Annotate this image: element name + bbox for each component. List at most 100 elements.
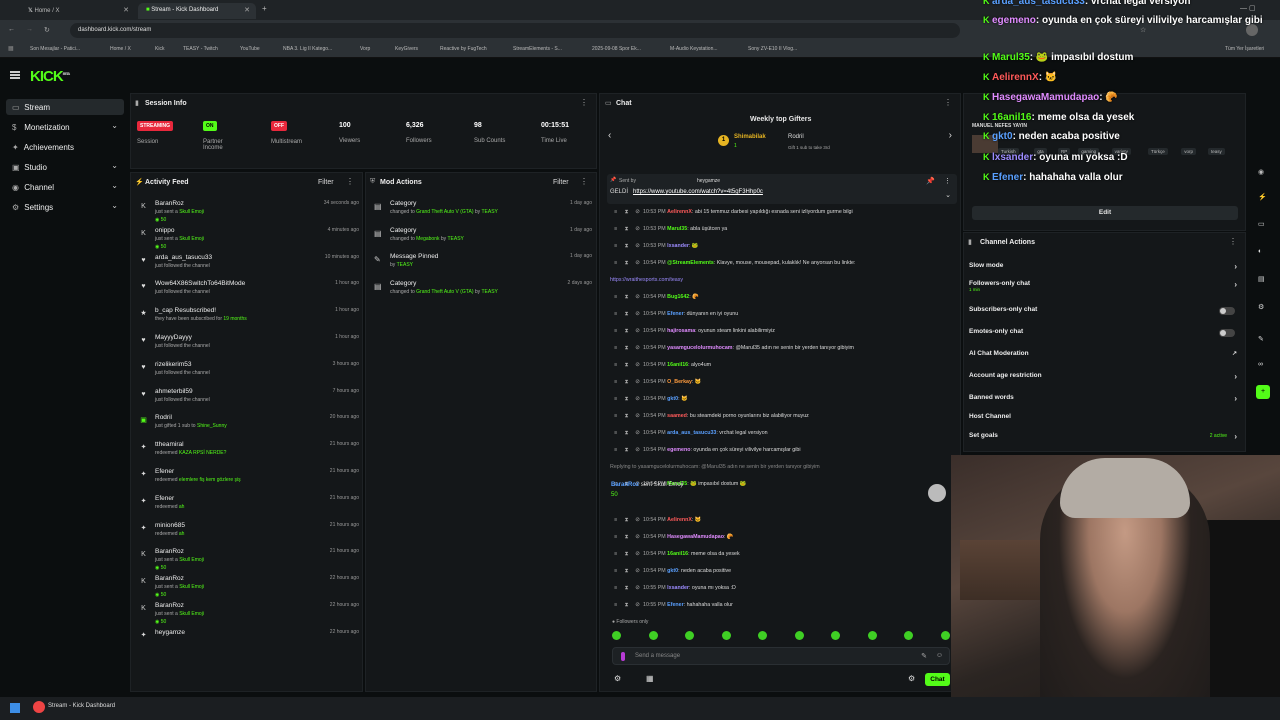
timeout-icon[interactable]: ⧗ xyxy=(621,257,632,269)
kick-logo[interactable]: KICKBETA xyxy=(30,68,70,85)
pin-action-icon[interactable]: ≡ xyxy=(610,291,621,303)
feed-user[interactable]: b_cap Resubscribed! xyxy=(155,307,216,314)
ban-icon[interactable]: ⊘ xyxy=(632,223,643,235)
chevron-down-icon[interactable]: ⌄ xyxy=(945,191,951,199)
bookmark-star-icon[interactable]: ☆ xyxy=(1140,26,1146,34)
more-options-icon[interactable]: ⋮ xyxy=(580,177,588,186)
sidebar-item-achievements[interactable]: ✦ Achievements xyxy=(6,139,124,155)
bookmark-item[interactable]: 2025-09-08 Spor Ek... xyxy=(592,46,641,52)
calendar-icon[interactable]: ▦ xyxy=(646,674,654,683)
ban-icon[interactable]: ⊘ xyxy=(632,599,643,611)
stream-tag[interactable]: teasy xyxy=(1208,148,1225,155)
feed-user[interactable]: Efener xyxy=(155,468,174,475)
apps-icon[interactable]: ▦ xyxy=(8,45,14,52)
bookmark-item[interactable]: YouTube xyxy=(240,46,260,52)
feed-user[interactable]: BaranRoz xyxy=(155,575,184,582)
new-tab-icon[interactable]: + xyxy=(262,4,267,13)
feed-user[interactable]: MayyyDayyy xyxy=(155,334,192,341)
pin-action-icon[interactable]: ≡ xyxy=(610,359,621,371)
bolt-icon[interactable]: ⚡ xyxy=(1258,193,1267,201)
ban-icon[interactable]: ⊘ xyxy=(632,410,643,422)
channel-action-row[interactable]: Account age restriction › xyxy=(969,372,1241,394)
pin-action-icon[interactable]: ≡ xyxy=(610,240,621,252)
chat-username[interactable]: hajirosama xyxy=(667,328,695,334)
back-icon[interactable]: ← xyxy=(8,26,15,33)
bookmark-item[interactable]: Son Mesajlar - Patici... xyxy=(30,46,80,52)
url-bar[interactable]: dashboard.kick.com/stream xyxy=(70,23,960,38)
sidebar-item-settings[interactable]: ⚙ Settings ⌄ xyxy=(6,199,124,215)
channel-action-row[interactable]: Subscribers-only chat xyxy=(969,306,1241,328)
reload-icon[interactable]: ↻ xyxy=(44,26,50,34)
chat-username[interactable]: Bug1642 xyxy=(667,294,689,300)
feed-user[interactable]: heygamze xyxy=(155,629,185,636)
timeout-icon[interactable]: ⧗ xyxy=(621,514,632,526)
chat-input[interactable]: Send a message ✎ ☺ xyxy=(612,647,950,665)
feed-user[interactable]: ahmeterbil59 xyxy=(155,388,193,395)
chat-username[interactable]: arda_aus_tasucu33 xyxy=(667,430,716,436)
chevron-left-icon[interactable]: ‹ xyxy=(608,130,611,141)
timeout-icon[interactable]: ⧗ xyxy=(621,206,632,218)
ban-icon[interactable]: ⊘ xyxy=(632,393,643,405)
emote-icon[interactable] xyxy=(940,631,950,640)
channel-action-row[interactable]: Followers-only chat 1 min › xyxy=(969,280,1241,302)
timeout-icon[interactable]: ⧗ xyxy=(621,565,632,577)
channel-action-row[interactable]: Set goals › 2 active xyxy=(969,432,1241,454)
feed-user[interactable]: Rodril xyxy=(155,414,172,421)
timeout-icon[interactable]: ⧗ xyxy=(621,427,632,439)
timeout-icon[interactable]: ⧗ xyxy=(621,359,632,371)
emote-icon[interactable] xyxy=(685,631,694,640)
ban-icon[interactable]: ⊘ xyxy=(632,257,643,269)
ban-icon[interactable]: ⊘ xyxy=(632,427,643,439)
pin-action-icon[interactable]: ≡ xyxy=(610,599,621,611)
sidebar-item-studio[interactable]: ▣ Studio ⌄ xyxy=(6,159,124,175)
chat-username[interactable]: egemeno xyxy=(667,447,690,453)
emote-icon[interactable] xyxy=(648,631,658,640)
bookmark-item[interactable]: Reactive by FugTech xyxy=(440,46,487,52)
ban-icon[interactable]: ⊘ xyxy=(632,359,643,371)
pin-action-icon[interactable]: ≡ xyxy=(610,548,621,560)
timeout-icon[interactable]: ⧗ xyxy=(621,223,632,235)
ban-icon[interactable]: ⊘ xyxy=(632,291,643,303)
timeout-icon[interactable]: ⧗ xyxy=(621,325,632,337)
feed-user[interactable]: arda_aus_tasucu33 xyxy=(155,254,212,261)
close-tab-icon[interactable]: ✕ xyxy=(123,6,129,14)
eye-icon[interactable]: ◉ xyxy=(1258,168,1264,176)
bookmark-item[interactable]: Sony ZV-E10 II Vlog... xyxy=(748,46,797,52)
chat-username[interactable]: yasamgucelolurmuhocam xyxy=(667,345,732,351)
pinned-link[interactable]: https://www.youtube.com/watch?v=4t5gF3Hh… xyxy=(633,189,763,195)
timeout-icon[interactable]: ⧗ xyxy=(621,444,632,456)
menu-icon[interactable] xyxy=(10,71,20,79)
chat-username[interactable]: saamed xyxy=(667,413,687,419)
bookmark-item[interactable]: M-Audio Keystation... xyxy=(670,46,718,52)
timeout-icon[interactable]: ⧗ xyxy=(621,240,632,252)
sidebar-item-stream[interactable]: ▭ Stream xyxy=(6,99,124,115)
chevron-right-icon[interactable]: › xyxy=(1234,262,1237,271)
more-options-icon[interactable]: ⋮ xyxy=(944,177,951,185)
timeout-icon[interactable]: ⧗ xyxy=(621,393,632,405)
ban-icon[interactable]: ⊘ xyxy=(632,376,643,388)
pin-action-icon[interactable]: ≡ xyxy=(610,206,621,218)
sidebar-item-monetization[interactable]: $ Monetization ⌄ xyxy=(6,119,124,135)
pin-action-icon[interactable]: ≡ xyxy=(610,393,621,405)
pin-action-icon[interactable]: ≡ xyxy=(610,444,621,456)
chevron-right-icon[interactable]: › xyxy=(1234,372,1237,381)
ban-icon[interactable]: ⊘ xyxy=(632,444,643,456)
browser-tab-x[interactable]: 𝕏 Home / X ✕ xyxy=(20,3,135,19)
chevron-right-icon[interactable]: › xyxy=(949,130,952,141)
bookmark-item[interactable]: Kick xyxy=(155,46,164,52)
pin-action-icon[interactable]: ≡ xyxy=(610,342,621,354)
more-options-icon[interactable]: ⋮ xyxy=(1229,237,1237,246)
toggle-switch[interactable] xyxy=(1219,329,1235,337)
ban-icon[interactable]: ⊘ xyxy=(632,308,643,320)
close-tab-icon[interactable]: ✕ xyxy=(244,6,250,14)
gear-icon[interactable]: ⚙ xyxy=(908,674,915,683)
chat-username[interactable]: O_Berkay xyxy=(667,379,692,385)
channel-action-row[interactable]: AI Chat Moderation ↗ xyxy=(969,350,1241,372)
timeout-icon[interactable]: ⧗ xyxy=(621,548,632,560)
emote-icon[interactable] xyxy=(721,631,731,640)
pin-action-icon[interactable]: ≡ xyxy=(610,514,621,526)
browser-taskbar-icon[interactable] xyxy=(33,701,45,713)
chat-username[interactable]: Efener xyxy=(667,311,684,317)
kick-action-icon[interactable]: + xyxy=(1256,385,1270,399)
timeout-icon[interactable]: ⧗ xyxy=(621,342,632,354)
